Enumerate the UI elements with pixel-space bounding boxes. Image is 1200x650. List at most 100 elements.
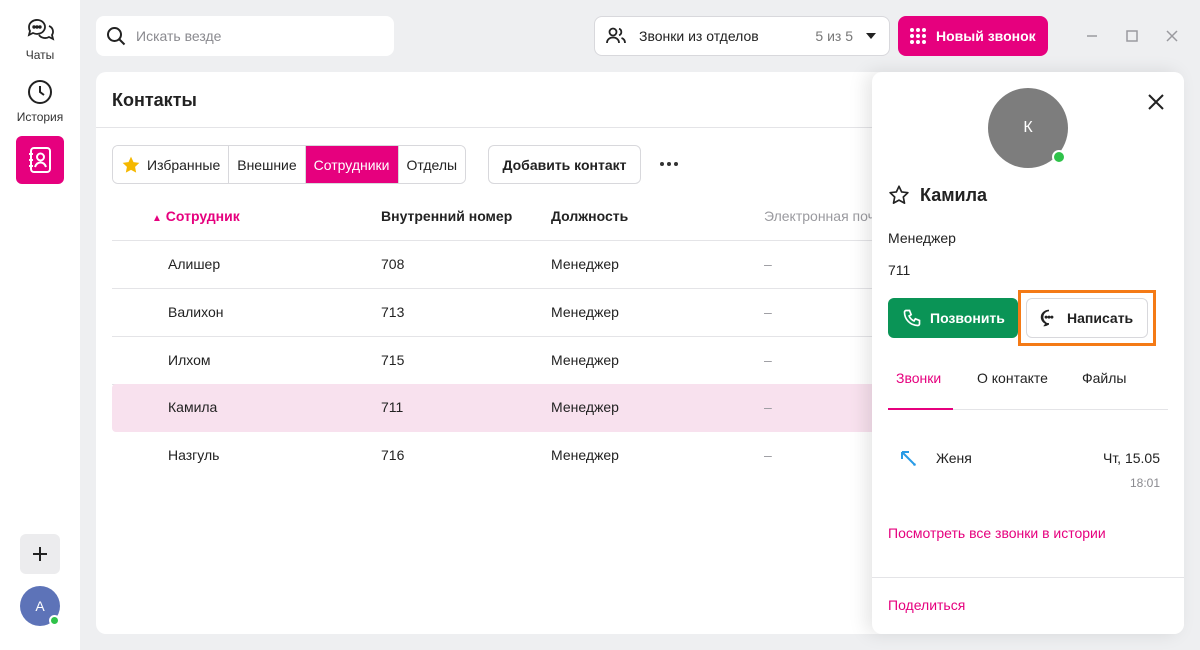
maximize-icon [1126,30,1138,42]
drawer-tabs: Звонки О контакте Файлы [888,368,1168,410]
caret-down-icon [866,33,876,39]
dept-calls-label: Звонки из отделов [639,28,759,44]
call-time: 18:01 [1129,476,1160,490]
segment-external[interactable]: Внешние [229,146,306,183]
call-date: Чт, 15.05 [1102,450,1160,466]
column-header-label: Внутренний номер [381,208,513,224]
contact-avatar: К [988,88,1068,168]
page-title: Контакты [112,90,197,110]
dept-calls-count: 5 из 5 [815,28,853,44]
segment-label: Сотрудники [313,156,390,173]
cell-name: Алишер [168,256,221,272]
active-tab-underline [888,408,953,410]
divider [96,127,876,128]
table-row[interactable]: Валихон 713 Менеджер – [112,289,876,337]
contact-details-drawer: К Камила Менеджер 711 Позвонить Написать… [872,72,1184,634]
outgoing-call-arrow-icon [901,451,916,466]
star-filled-icon [122,156,140,173]
search-placeholder: Искать везде [136,28,222,44]
minimize-icon [1087,35,1097,37]
segment-label: Избранные [147,156,221,173]
write-message-button[interactable]: Написать [1026,298,1148,338]
cell-email: – [764,256,772,272]
clock-icon [28,80,52,104]
table-row-selected[interactable]: Камила 711 Менеджер – [112,384,876,432]
more-options-button[interactable] [656,154,682,174]
search-icon [107,27,126,46]
cell-email: – [764,352,772,368]
add-contact-button[interactable]: Добавить контакт [488,145,641,184]
contact-name: Камила [920,184,988,205]
cell-role: Менеджер [551,399,619,415]
rail-history-label: История [16,110,64,124]
column-header-email[interactable]: Электронная поч [764,208,875,224]
close-window-button[interactable] [1162,26,1182,46]
sort-asc-icon: ▲ [152,213,162,224]
cell-role: Менеджер [551,352,619,368]
new-call-label: Новый звонок [936,28,1036,44]
view-all-calls-link[interactable]: Посмотреть все звонки в истории [888,525,1106,541]
cell-role: Менеджер [551,447,619,463]
call-button[interactable]: Позвонить [888,298,1018,338]
rail-item-contacts[interactable] [16,136,64,184]
contact-name-row: Камила [888,184,987,206]
segment-departments[interactable]: Отделы [398,146,466,183]
column-header-position[interactable]: Должность [551,208,628,224]
message-bubble-icon [1040,309,1054,327]
dept-calls-dropdown[interactable]: Звонки из отделов 5 из 5 [594,16,890,56]
tab-about[interactable]: О контакте [977,370,1048,386]
tab-calls[interactable]: Звонки [896,370,941,386]
maximize-window-button[interactable] [1122,26,1142,46]
left-rail: Чаты История А [0,0,80,650]
column-header-label: Сотрудник [165,208,240,224]
more-dots-icon [660,162,678,166]
table-row[interactable]: Назгуль 716 Менеджер – [112,432,876,480]
close-icon [1166,30,1178,42]
column-header-label: Должность [551,208,629,224]
minimize-window-button[interactable] [1082,26,1102,46]
segment-favorites[interactable]: Избранные [113,146,230,183]
user-avatar[interactable]: А [20,586,60,626]
new-call-button[interactable]: Новый звонок [898,16,1048,56]
contacts-filter-segments: Избранные Внешние Сотрудники Отделы [112,145,467,184]
rail-item-history[interactable]: История [0,78,80,124]
dialpad-icon [910,28,926,44]
cell-email: – [764,304,772,320]
cell-role: Менеджер [551,256,619,272]
close-drawer-button[interactable] [1144,90,1168,114]
chat-bubbles-icon [27,19,55,41]
share-link[interactable]: Поделиться [888,597,965,613]
contact-avatar-initial: К [1023,119,1033,136]
star-outline-icon[interactable] [888,184,910,206]
call-contact-name: Женя [936,450,972,466]
cell-name: Валихон [168,304,224,320]
table-row[interactable]: Алишер 708 Менеджер – [112,241,876,289]
add-contact-label: Добавить контакт [502,156,627,173]
cell-role: Менеджер [551,304,619,320]
cell-ext: 713 [381,304,405,320]
cell-name: Илхом [168,352,211,368]
add-button[interactable] [20,534,60,574]
call-history-item[interactable]: Женя Чт, 15.05 18:01 [888,446,1168,496]
rail-chats-label: Чаты [25,48,55,62]
contact-number: 711 [888,262,911,278]
cell-email: – [764,447,772,463]
column-header-extension[interactable]: Внутренний номер [381,208,512,224]
column-header-label: Электронная поч [764,208,875,224]
column-header-employee[interactable]: ▲ Сотрудник [152,208,240,224]
contacts-book-icon [29,147,51,173]
close-icon [1148,94,1164,110]
cell-email: – [764,399,772,415]
rail-item-chats[interactable]: Чаты [0,14,80,62]
global-search-input[interactable]: Искать везде [96,16,394,56]
online-status-dot [1052,150,1066,164]
cell-ext: 716 [381,447,405,463]
segment-label: Внешние [237,156,297,173]
table-row[interactable]: Илхом 715 Менеджер – [112,337,876,385]
cell-ext: 711 [381,399,404,415]
segment-employees[interactable]: Сотрудники [305,146,399,183]
write-button-label: Написать [1067,310,1134,326]
tab-files[interactable]: Файлы [1082,370,1126,386]
cell-ext: 715 [381,352,405,368]
cell-ext: 708 [381,256,405,272]
